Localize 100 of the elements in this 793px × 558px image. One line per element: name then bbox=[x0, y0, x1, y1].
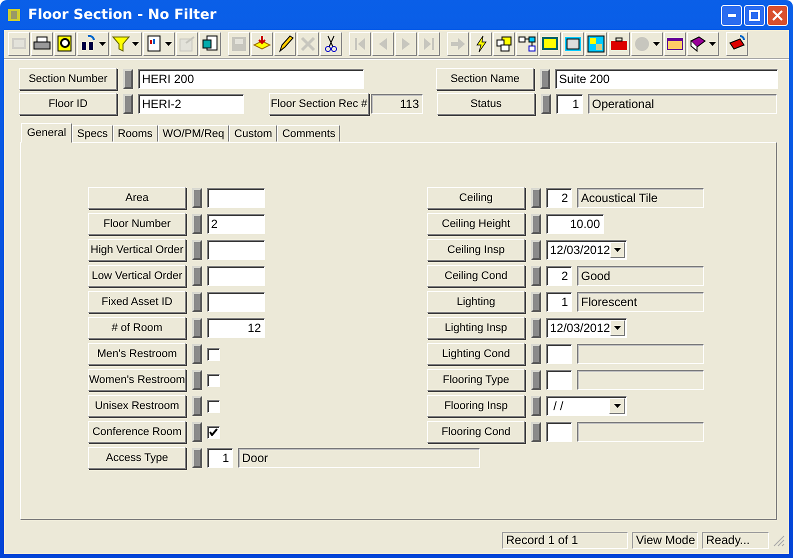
description-field: Door bbox=[238, 448, 480, 468]
maximize-button[interactable] bbox=[744, 4, 765, 26]
field-label-button[interactable]: Flooring Cond bbox=[427, 421, 525, 443]
pin-icon bbox=[192, 448, 202, 468]
copy-icon bbox=[201, 35, 219, 53]
form-icon bbox=[178, 35, 196, 53]
field-label-button[interactable]: # of Room bbox=[88, 317, 186, 339]
toolbar-button[interactable] bbox=[539, 32, 561, 56]
arrow-icon bbox=[449, 35, 467, 53]
field-label-button[interactable]: Ceiling Cond bbox=[427, 265, 525, 287]
toolbar-button[interactable] bbox=[77, 32, 109, 56]
field-label-button[interactable]: Women's Restroom bbox=[88, 369, 186, 391]
field-label-button[interactable]: Unisex Restroom bbox=[88, 395, 186, 417]
code-field[interactable] bbox=[546, 344, 572, 364]
toolbar-button[interactable] bbox=[470, 32, 492, 56]
toolbar-button[interactable] bbox=[664, 32, 686, 56]
pin-icon bbox=[531, 266, 541, 286]
tab[interactable]: Custom bbox=[229, 125, 278, 142]
field-label-button[interactable]: Floor Section Rec # bbox=[269, 93, 369, 115]
code-field[interactable]: 1 bbox=[546, 292, 572, 312]
field-label-button[interactable]: Low Vertical Order bbox=[88, 265, 186, 287]
toolbar-button[interactable] bbox=[31, 32, 53, 56]
close-button[interactable] bbox=[767, 4, 788, 26]
code-field[interactable]: 1 bbox=[207, 448, 233, 468]
number-field[interactable]: 10.00 bbox=[546, 214, 604, 234]
dropdown-button[interactable] bbox=[609, 398, 625, 414]
toolbar-button[interactable] bbox=[54, 32, 76, 56]
toolbar-button[interactable] bbox=[493, 32, 515, 56]
date-field[interactable]: / / bbox=[546, 396, 627, 416]
toolbar-button[interactable] bbox=[687, 32, 719, 56]
text-field[interactable]: HERI-2 bbox=[138, 94, 244, 114]
toolbar-button[interactable] bbox=[608, 32, 630, 56]
code-field[interactable] bbox=[546, 422, 572, 442]
field-label-button[interactable]: High Vertical Order bbox=[88, 239, 186, 261]
minimize-icon bbox=[728, 14, 736, 16]
field-label-button[interactable]: Lighting Insp bbox=[427, 317, 525, 339]
text-field[interactable] bbox=[207, 240, 265, 260]
field-label-button[interactable]: Lighting bbox=[427, 291, 525, 313]
toolbar-button[interactable] bbox=[110, 32, 142, 56]
text-field[interactable]: 2 bbox=[207, 214, 265, 234]
field-label-button[interactable]: Status bbox=[437, 93, 535, 115]
tab[interactable]: WO/PM/Req bbox=[158, 125, 230, 142]
field-label-button[interactable]: Ceiling Insp bbox=[427, 239, 525, 261]
text-field[interactable]: HERI 200 bbox=[138, 69, 364, 89]
tab[interactable]: General bbox=[21, 123, 72, 143]
field-label-button[interactable]: Floor Number bbox=[88, 213, 186, 235]
toolbar-button[interactable] bbox=[199, 32, 221, 56]
toolbar-button[interactable] bbox=[726, 32, 748, 56]
minimize-button[interactable] bbox=[721, 4, 742, 26]
filter-icon bbox=[112, 35, 130, 53]
pin-icon bbox=[531, 214, 541, 234]
pin-icon bbox=[192, 188, 202, 208]
field-label-button[interactable]: Ceiling bbox=[427, 187, 525, 209]
pin-icon bbox=[531, 370, 541, 390]
checkbox[interactable] bbox=[207, 348, 220, 360]
toolbar-button[interactable] bbox=[143, 32, 175, 56]
toolbar-button[interactable] bbox=[320, 32, 342, 56]
field-label-button[interactable]: Flooring Insp bbox=[427, 395, 525, 417]
checkbox[interactable] bbox=[207, 426, 220, 438]
code-field[interactable]: 1 bbox=[556, 94, 583, 114]
text-field[interactable] bbox=[207, 266, 265, 286]
pin-icon bbox=[192, 318, 202, 338]
pin-icon bbox=[123, 94, 133, 114]
tab[interactable]: Comments bbox=[277, 125, 340, 142]
toolbar-button[interactable] bbox=[562, 32, 584, 56]
pin-icon bbox=[541, 94, 551, 114]
field-label-button[interactable]: Floor ID bbox=[19, 93, 117, 115]
tab[interactable]: Specs bbox=[72, 125, 113, 142]
field-label-button[interactable]: Men's Restroom bbox=[88, 343, 186, 365]
pin-icon bbox=[192, 240, 202, 260]
pin-icon bbox=[531, 188, 541, 208]
field-label-button[interactable]: Fixed Asset ID bbox=[88, 291, 186, 313]
toolbar-button[interactable] bbox=[585, 32, 607, 56]
checkmark-icon bbox=[209, 428, 218, 436]
pencil-icon bbox=[276, 35, 294, 53]
text-field[interactable]: Suite 200 bbox=[555, 69, 778, 89]
field-label-button[interactable]: Access Type bbox=[88, 447, 186, 469]
field-label-button[interactable]: Section Number bbox=[19, 68, 117, 90]
checkbox[interactable] bbox=[207, 374, 220, 386]
field-label-button[interactable]: Area bbox=[88, 187, 186, 209]
field-label-button[interactable]: Lighting Cond bbox=[427, 343, 525, 365]
field-label-button[interactable]: Conference Room bbox=[88, 421, 186, 443]
dropdown-button[interactable] bbox=[610, 242, 625, 258]
code-field[interactable]: 2 bbox=[546, 266, 572, 286]
number-field[interactable]: 12 bbox=[207, 318, 265, 338]
date-field[interactable]: 12/03/2012 bbox=[546, 240, 627, 260]
field-label-button[interactable]: Section Name bbox=[436, 68, 534, 90]
text-field[interactable] bbox=[207, 292, 265, 312]
text-field[interactable] bbox=[207, 188, 265, 208]
date-value: 12/03/2012 bbox=[550, 243, 610, 257]
code-field[interactable] bbox=[546, 370, 572, 390]
checkbox[interactable] bbox=[207, 400, 220, 412]
field-label-button[interactable]: Ceiling Height bbox=[427, 213, 525, 235]
dropdown-button[interactable] bbox=[610, 320, 625, 336]
date-field[interactable]: 12/03/2012 bbox=[546, 318, 627, 338]
toolbar-button[interactable] bbox=[274, 32, 296, 56]
tab[interactable]: Rooms bbox=[112, 125, 158, 142]
toolbar-button[interactable] bbox=[516, 32, 538, 56]
field-label-button[interactable]: Flooring Type bbox=[427, 369, 525, 391]
code-field[interactable]: 2 bbox=[546, 188, 572, 208]
